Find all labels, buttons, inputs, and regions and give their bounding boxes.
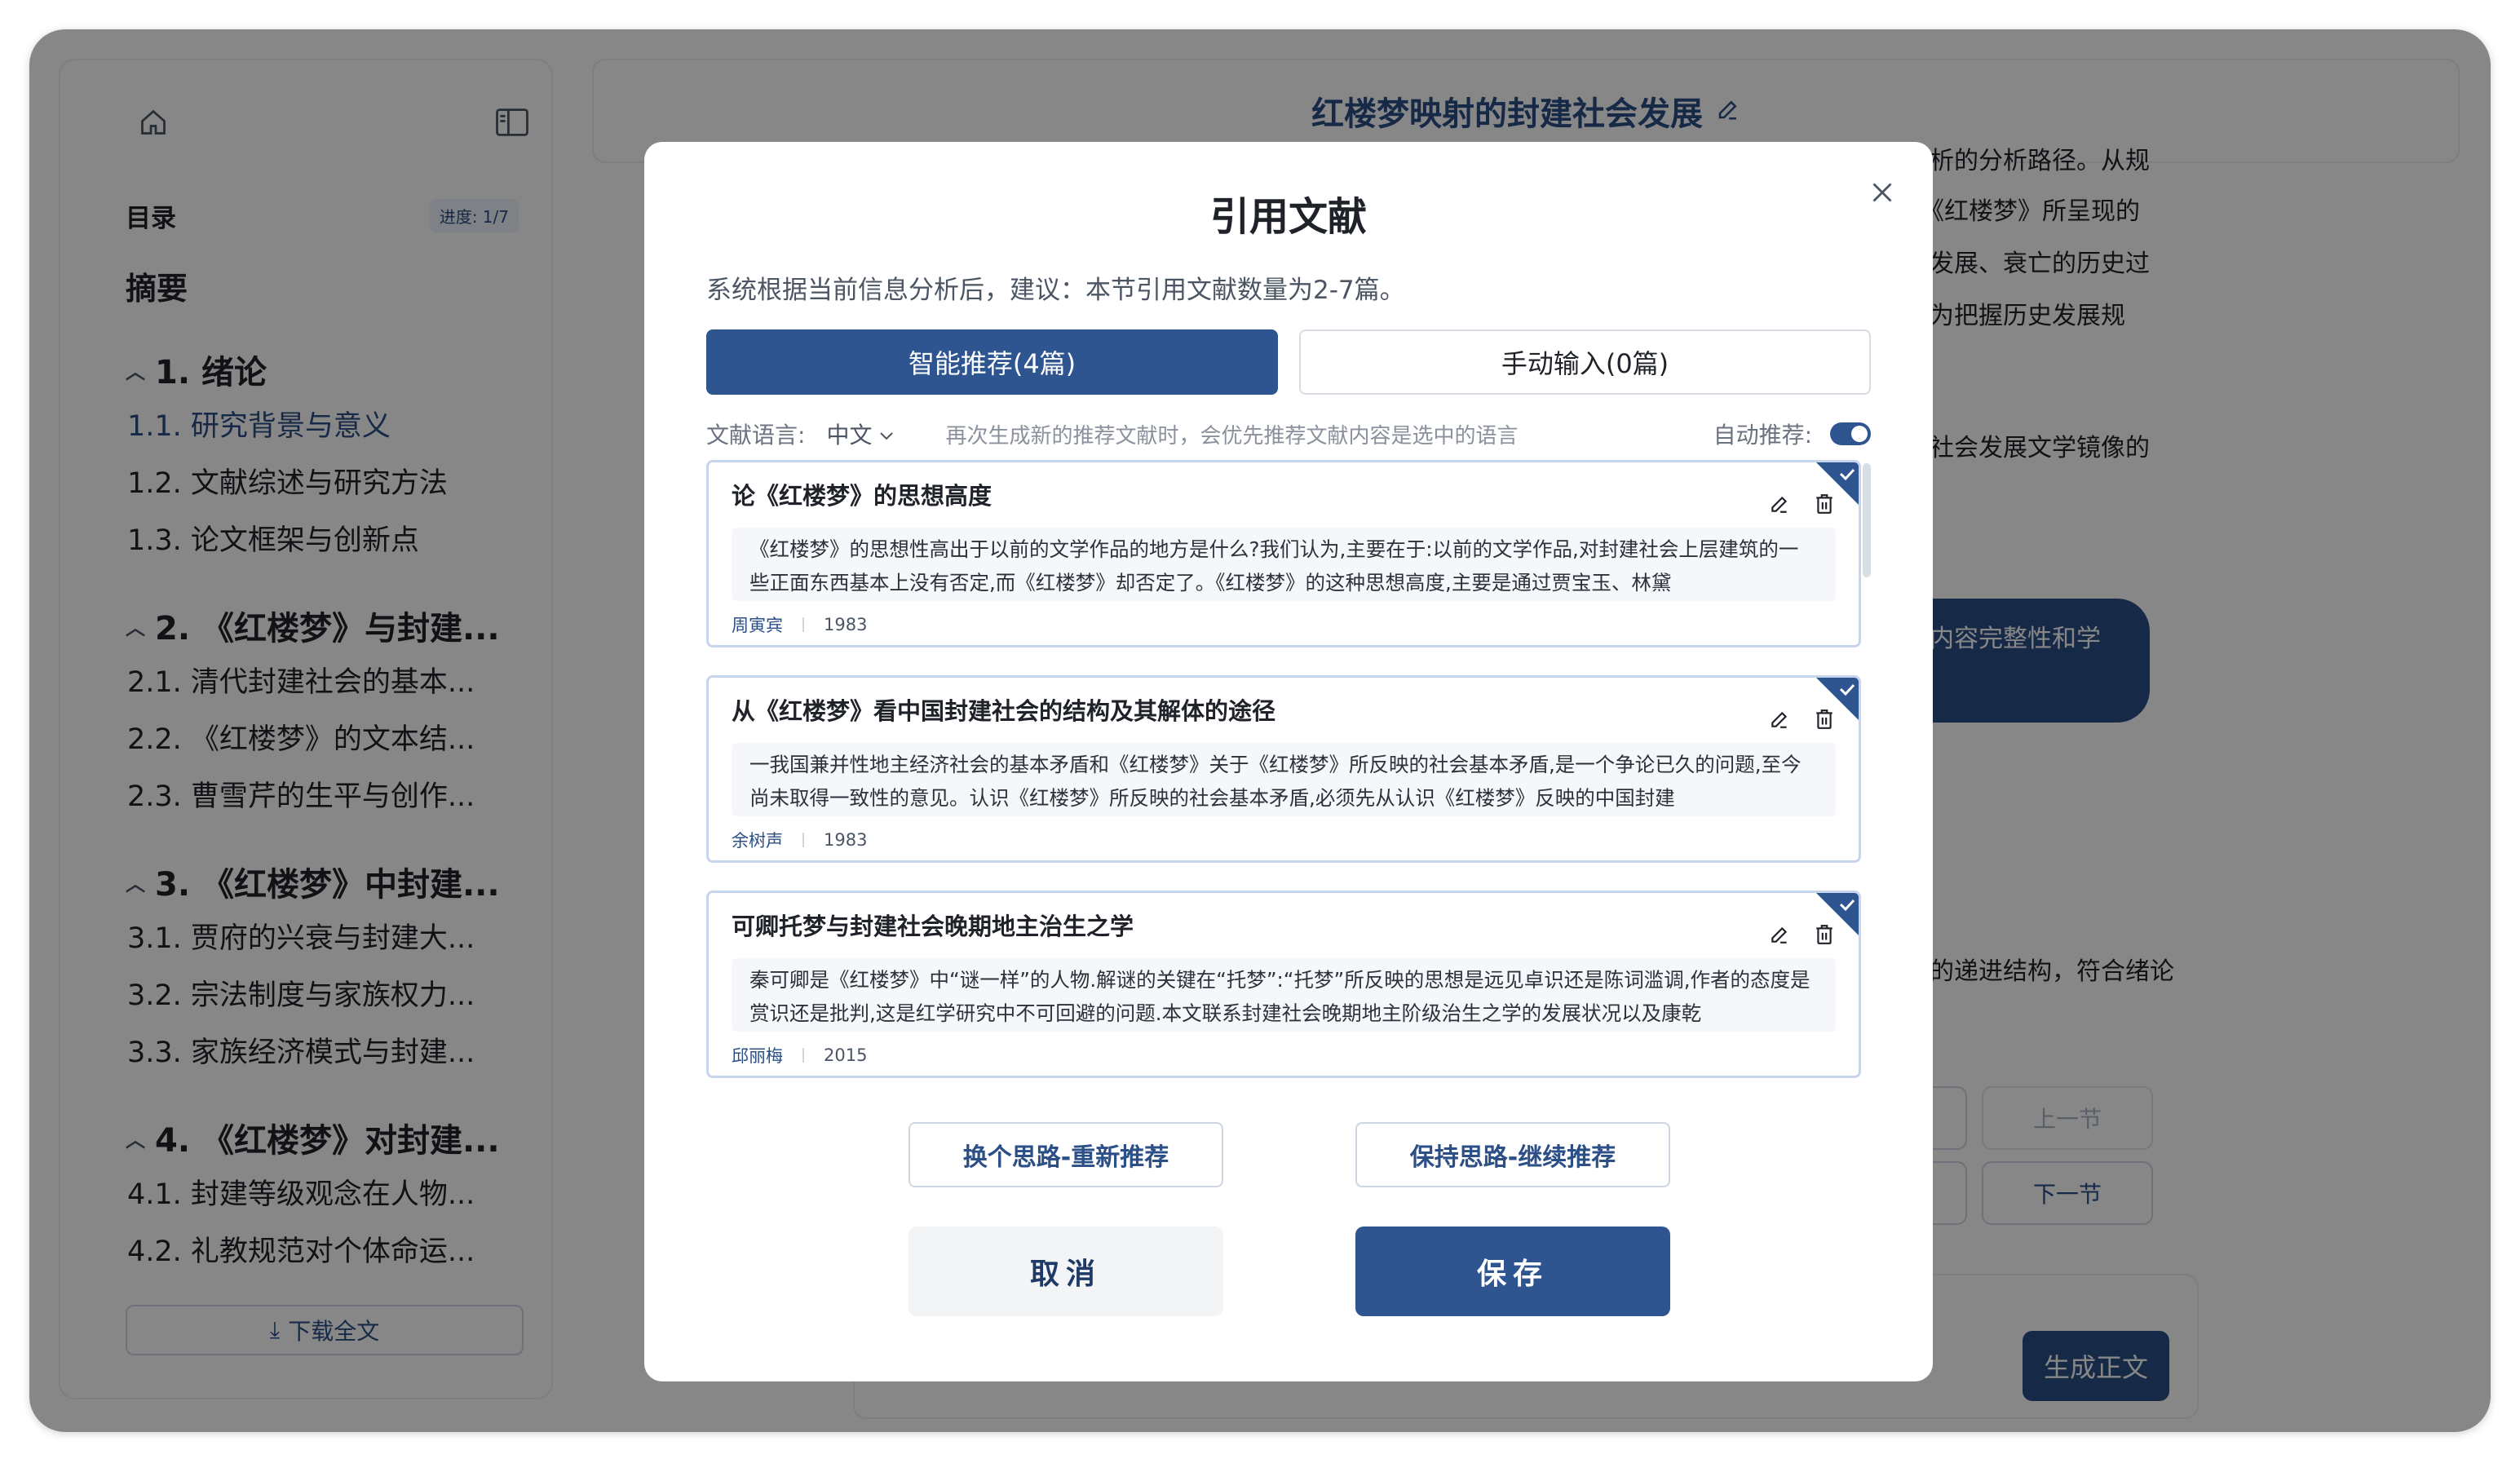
reference-author: 邱丽梅 <box>732 1046 783 1066</box>
divider <box>802 1048 804 1063</box>
edit-icon[interactable] <box>1769 493 1790 518</box>
language-select[interactable]: 中文 <box>826 418 895 450</box>
edit-icon[interactable] <box>1769 709 1790 733</box>
reference-card[interactable]: 可卿托梦与封建社会晚期地主治生之学 秦可卿是《红楼梦》中“谜一样”的人物.解谜的… <box>706 891 1861 1078</box>
reference-abstract: 一我国兼并性地主经济社会的基本矛盾和《红楼梦》关于《红楼梦》所反映的社会基本矛盾… <box>732 743 1836 816</box>
language-label: 文献语言: <box>706 422 806 449</box>
auto-recommend-label: 自动推荐: <box>1713 422 1812 449</box>
reference-card[interactable]: 论《红楼梦》的思想高度 《红楼梦》的思想性高出于以前的文学作品的地方是什么?我们… <box>706 460 1861 648</box>
delete-icon[interactable] <box>1815 709 1834 733</box>
reference-meta: 邱丽梅 2015 <box>732 1043 867 1067</box>
scrollbar[interactable] <box>1863 463 1871 577</box>
reference-year: 1983 <box>824 830 868 850</box>
language-row: 文献语言: 中文 再次生成新的推荐文献时，会优先推荐文献内容是选中的语言 自动推… <box>706 411 1871 457</box>
reference-abstract: 《红楼梦》的思想性高出于以前的文学作品的地方是什么?我们认为,主要在于:以前的文… <box>732 528 1836 601</box>
tab-smart-recommend[interactable]: 智能推荐(4篇) <box>706 329 1278 395</box>
delete-icon[interactable] <box>1815 924 1834 948</box>
auto-recommend-toggle[interactable] <box>1830 422 1871 445</box>
divider <box>802 833 804 847</box>
reference-author: 余树声 <box>732 831 783 851</box>
reference-meta: 周寅宾 1983 <box>732 612 867 637</box>
chevron-down-icon <box>878 421 895 448</box>
reference-title: 论《红楼梦》的思想高度 <box>732 482 993 510</box>
reference-actions <box>1769 924 1834 948</box>
modal-hint: 系统根据当前信息分析后，建议：本节引用文献数量为2-7篇。 <box>706 276 1405 305</box>
reference-list: 论《红楼梦》的思想高度 《红楼梦》的思想性高出于以前的文学作品的地方是什么?我们… <box>706 460 1879 1199</box>
reference-actions <box>1769 709 1834 733</box>
reference-actions <box>1769 493 1834 518</box>
reference-year: 1983 <box>824 615 868 634</box>
reference-year: 2015 <box>824 1045 868 1065</box>
rethink-button[interactable]: 换个思路-重新推荐 <box>909 1122 1223 1187</box>
save-button[interactable]: 保存 <box>1355 1227 1670 1316</box>
tab-manual-input[interactable]: 手动输入(0篇) <box>1299 329 1871 395</box>
reference-card[interactable]: 从《红楼梦》看中国封建社会的结构及其解体的途径 一我国兼并性地主经济社会的基本矛… <box>706 675 1861 863</box>
reference-title: 从《红楼梦》看中国封建社会的结构及其解体的途径 <box>732 697 1276 725</box>
reference-meta: 余树声 1983 <box>732 828 867 852</box>
citation-modal: 引用文献 系统根据当前信息分析后，建议：本节引用文献数量为2-7篇。 智能推荐(… <box>644 142 1933 1381</box>
divider <box>802 617 804 632</box>
language-note: 再次生成新的推荐文献时，会优先推荐文献内容是选中的语言 <box>945 423 1519 449</box>
app-window: 目录 进度: 1/7 摘要 ︿ 1. 绪论 1.1. 研究背景与意义 1.2. 文… <box>29 29 2491 1432</box>
reference-author: 周寅宾 <box>732 616 783 635</box>
reference-abstract: 秦可卿是《红楼梦》中“谜一样”的人物.解谜的关键在“托梦”:“托梦”所反映的思想… <box>732 958 1836 1032</box>
continue-button[interactable]: 保持思路-继续推荐 <box>1355 1122 1670 1187</box>
source-tabs: 智能推荐(4篇) 手动输入(0篇) <box>706 329 1871 395</box>
reference-title: 可卿托梦与封建社会晚期地主治生之学 <box>732 913 1134 940</box>
edit-icon[interactable] <box>1769 924 1790 948</box>
delete-icon[interactable] <box>1815 493 1834 518</box>
cancel-button[interactable]: 取消 <box>909 1227 1223 1316</box>
modal-title: 引用文献 <box>1209 194 1367 240</box>
